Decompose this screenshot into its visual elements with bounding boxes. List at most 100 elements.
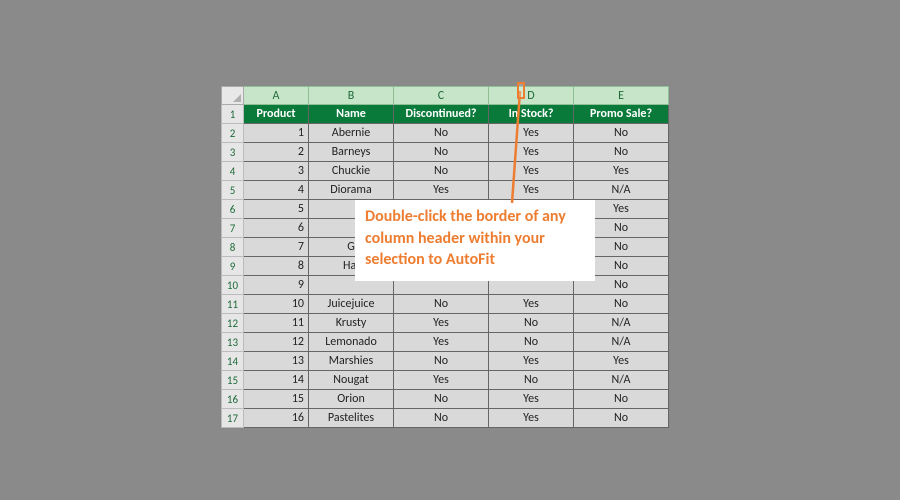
table-cell[interactable]: No <box>394 390 489 409</box>
table-cell[interactable]: No <box>394 162 489 181</box>
table-row: 1413MarshiesNoYesYes <box>222 352 669 371</box>
table-cell[interactable]: Krusty <box>309 314 394 333</box>
row-header-4[interactable]: 4 <box>222 162 244 181</box>
table-cell[interactable]: 7 <box>244 238 309 257</box>
table-cell[interactable]: Yes <box>394 333 489 352</box>
table-cell[interactable]: No <box>489 371 574 390</box>
col-header-E[interactable]: E <box>574 87 669 105</box>
table-cell[interactable]: No <box>394 409 489 428</box>
table-cell[interactable]: 1 <box>244 124 309 143</box>
table-cell[interactable]: 14 <box>244 371 309 390</box>
table-cell[interactable]: No <box>574 295 669 314</box>
row-header-12[interactable]: 12 <box>222 314 244 333</box>
col-header-A[interactable]: A <box>244 87 309 105</box>
col-header-B[interactable]: B <box>309 87 394 105</box>
table-cell[interactable]: Pastelites <box>309 409 394 428</box>
table-header-cell[interactable]: Promo Sale? <box>574 105 669 124</box>
table-cell[interactable]: No <box>574 390 669 409</box>
table-cell[interactable]: Yes <box>574 352 669 371</box>
table-cell[interactable]: No <box>489 314 574 333</box>
table-cell[interactable]: 4 <box>244 181 309 200</box>
table-cell[interactable]: 5 <box>244 200 309 219</box>
table-cell[interactable]: Yes <box>394 314 489 333</box>
table-row: 32BarneysNoYesNo <box>222 143 669 162</box>
row-header-5[interactable]: 5 <box>222 181 244 200</box>
table-cell[interactable]: 16 <box>244 409 309 428</box>
select-all-corner[interactable] <box>222 87 244 105</box>
table-cell[interactable]: Yes <box>489 143 574 162</box>
table-cell[interactable]: Chuckie <box>309 162 394 181</box>
row-header-17[interactable]: 17 <box>222 409 244 428</box>
row-header-9[interactable]: 9 <box>222 257 244 276</box>
table-cell[interactable]: Yes <box>394 371 489 390</box>
table-cell[interactable]: N/A <box>574 333 669 352</box>
table-cell[interactable]: 6 <box>244 219 309 238</box>
table-header-cell[interactable]: Product <box>244 105 309 124</box>
table-cell[interactable]: Yes <box>394 181 489 200</box>
row-header-8[interactable]: 8 <box>222 238 244 257</box>
table-cell[interactable]: 9 <box>244 276 309 295</box>
table-header-cell[interactable]: Discontinued? <box>394 105 489 124</box>
table-cell[interactable]: Yes <box>574 162 669 181</box>
table-cell[interactable]: No <box>394 143 489 162</box>
table-cell[interactable]: No <box>574 409 669 428</box>
table-cell[interactable]: Marshies <box>309 352 394 371</box>
table-cell[interactable]: No <box>574 143 669 162</box>
col-header-C[interactable]: C <box>394 87 489 105</box>
table-row: 1ProductNameDiscontinued?In Stock?Promo … <box>222 105 669 124</box>
col-header-label: E <box>618 89 624 103</box>
row-header-13[interactable]: 13 <box>222 333 244 352</box>
table-cell[interactable]: Barneys <box>309 143 394 162</box>
table-cell[interactable]: No <box>394 124 489 143</box>
row-header-14[interactable]: 14 <box>222 352 244 371</box>
row-header-3[interactable]: 3 <box>222 143 244 162</box>
row-header-1[interactable]: 1 <box>222 105 244 124</box>
row-header-15[interactable]: 15 <box>222 371 244 390</box>
row-header-16[interactable]: 16 <box>222 390 244 409</box>
col-header-D[interactable]: D <box>489 87 574 105</box>
table-cell[interactable]: 15 <box>244 390 309 409</box>
column-header-row: A B C D E <box>222 87 669 105</box>
table-cell[interactable]: Yes <box>489 352 574 371</box>
table-cell[interactable]: No <box>394 295 489 314</box>
table-cell[interactable]: Abernie <box>309 124 394 143</box>
table-cell[interactable]: 2 <box>244 143 309 162</box>
table-row: 1514NougatYesNoN/A <box>222 371 669 390</box>
table-cell[interactable]: N/A <box>574 371 669 390</box>
table-header-cell[interactable]: Name <box>309 105 394 124</box>
table-cell[interactable]: No <box>574 124 669 143</box>
table-cell[interactable]: 11 <box>244 314 309 333</box>
table-header-cell[interactable]: In Stock? <box>489 105 574 124</box>
table-cell[interactable]: N/A <box>574 181 669 200</box>
table-cell[interactable]: Yes <box>489 390 574 409</box>
table-cell[interactable]: 13 <box>244 352 309 371</box>
annotation-text: Double-click the border of any column he… <box>365 207 566 269</box>
table-cell[interactable]: Nougat <box>309 371 394 390</box>
table-cell[interactable]: No <box>394 352 489 371</box>
table-cell[interactable]: Yes <box>489 295 574 314</box>
table-cell[interactable]: Yes <box>489 181 574 200</box>
table-row: 1312LemonadoYesNoN/A <box>222 333 669 352</box>
row-header-10[interactable]: 10 <box>222 276 244 295</box>
row-header-11[interactable]: 11 <box>222 295 244 314</box>
row-header-2[interactable]: 2 <box>222 124 244 143</box>
table-cell[interactable]: 3 <box>244 162 309 181</box>
row-header-7[interactable]: 7 <box>222 219 244 238</box>
table-cell[interactable]: Yes <box>489 124 574 143</box>
table-cell[interactable]: N/A <box>574 314 669 333</box>
table-cell[interactable]: Diorama <box>309 181 394 200</box>
table-cell[interactable]: Yes <box>489 162 574 181</box>
table-cell[interactable]: 12 <box>244 333 309 352</box>
table-cell[interactable]: 10 <box>244 295 309 314</box>
col-header-label: A <box>273 89 280 103</box>
col-resize-handle-E[interactable] <box>665 87 671 104</box>
table-cell[interactable]: Orion <box>309 390 394 409</box>
table-cell[interactable]: No <box>489 333 574 352</box>
table-cell[interactable]: Lemonado <box>309 333 394 352</box>
col-header-label: D <box>527 89 534 103</box>
row-header-6[interactable]: 6 <box>222 200 244 219</box>
table-cell[interactable]: Yes <box>489 409 574 428</box>
table-row: 43ChuckieNoYesYes <box>222 162 669 181</box>
table-cell[interactable]: 8 <box>244 257 309 276</box>
table-cell[interactable]: Juicejuice <box>309 295 394 314</box>
